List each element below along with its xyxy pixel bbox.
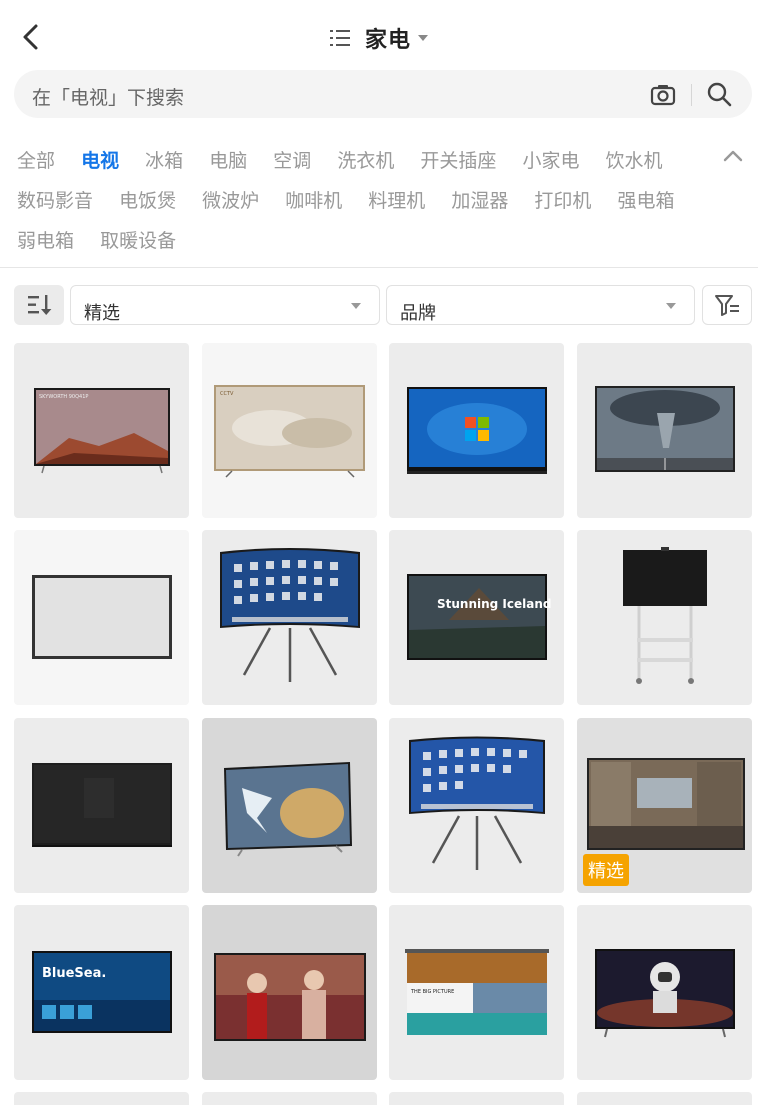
tab-rice-cooker[interactable]: 电饭煲 (119, 190, 176, 212)
tab-water-dispenser[interactable]: 饮水机 (606, 150, 663, 172)
product-card-partial[interactable] (14, 1092, 189, 1105)
product-card[interactable] (577, 905, 752, 1080)
top-bar: 家电 (0, 0, 758, 70)
tab-washer[interactable]: 洗衣机 (337, 150, 394, 172)
tv-image (623, 547, 707, 684)
tv-image: SKYWORTH 90Q41P (34, 388, 170, 474)
chevron-down-icon (418, 35, 428, 41)
search-bar[interactable]: 在「电视」下搜索 (14, 70, 752, 118)
product-card[interactable]: SKYWORTH 90Q41P (14, 343, 189, 518)
tab-aircon[interactable]: 空调 (273, 150, 311, 172)
featured-badge: 精选 (583, 854, 629, 886)
product-card[interactable]: BlueSea. (14, 905, 189, 1080)
tv-screen-text: SKYWORTH 90Q41P (39, 394, 88, 400)
camera-icon[interactable] (650, 82, 676, 108)
title-dropdown[interactable]: 家电 (0, 22, 758, 54)
filter-icon (715, 295, 739, 316)
sort-icon (28, 295, 52, 315)
tab-tv[interactable]: 电视 (81, 150, 119, 172)
tab-fridge[interactable]: 冰箱 (145, 150, 183, 172)
tab-switch-socket[interactable]: 开关插座 (420, 150, 496, 172)
chevron-up-icon[interactable] (722, 148, 744, 164)
brand-select[interactable]: 品牌 (386, 285, 695, 325)
tv-image (214, 953, 366, 1041)
product-card[interactable] (202, 718, 377, 893)
product-card[interactable] (202, 905, 377, 1080)
tv-image: THE BIG PICTURE (405, 949, 549, 1035)
tab-microwave[interactable]: 微波炉 (202, 190, 259, 212)
product-card[interactable] (202, 530, 377, 705)
sort-select[interactable]: 精选 (70, 285, 380, 325)
list-icon (329, 30, 350, 46)
brand-select-value: 品牌 (400, 303, 436, 324)
tab-humidifier[interactable]: 加湿器 (451, 190, 508, 212)
tv-image (407, 387, 547, 474)
tab-all[interactable]: 全部 (17, 150, 55, 172)
tab-coffee-machine[interactable]: 咖啡机 (285, 190, 342, 212)
product-card-partial[interactable] (389, 1092, 564, 1105)
category-row-1: 全部 电视 冰箱 电脑 空调 洗衣机 开关插座 小家电 饮水机 (17, 146, 683, 173)
product-card[interactable] (577, 343, 752, 518)
sort-button[interactable] (14, 285, 64, 325)
product-card[interactable]: Stunning Iceland (389, 530, 564, 705)
tab-power-box[interactable]: 强电箱 (617, 190, 674, 212)
product-card[interactable]: THE BIG PICTURE (389, 905, 564, 1080)
category-row-3: 弱电箱 取暖设备 (17, 226, 196, 253)
tv-image (595, 386, 735, 472)
search-divider (691, 84, 692, 106)
tv-image (409, 736, 545, 870)
tv-screen-text: CCTV (220, 391, 234, 397)
product-card[interactable]: CCTV (202, 343, 377, 518)
sort-select-value: 精选 (84, 303, 120, 324)
tv-image: CCTV (214, 385, 365, 478)
filter-button[interactable] (702, 285, 752, 325)
tab-blender[interactable]: 料理机 (368, 190, 425, 212)
page-title: 家电 (364, 28, 411, 53)
product-card[interactable] (14, 718, 189, 893)
tv-image (595, 949, 735, 1038)
tab-printer[interactable]: 打印机 (534, 190, 591, 212)
tab-computer[interactable]: 电脑 (209, 150, 247, 172)
tv-image: BlueSea. (32, 951, 172, 1033)
tv-image (32, 763, 172, 847)
tv-image (32, 575, 172, 659)
dropdown-arrow-icon (351, 303, 361, 309)
tab-weak-box[interactable]: 弱电箱 (17, 230, 74, 252)
tab-digital-av[interactable]: 数码影音 (17, 190, 93, 212)
tv-image: Stunning Iceland (407, 574, 552, 660)
tv-screen-text: Stunning Iceland (437, 597, 552, 611)
search-input[interactable]: 在「电视」下搜索 (32, 83, 184, 110)
dropdown-arrow-icon (666, 303, 676, 309)
search-icon[interactable] (706, 81, 732, 107)
product-card[interactable] (577, 530, 752, 705)
tv-screen-text: BlueSea. (42, 966, 106, 981)
tv-image (220, 548, 360, 682)
product-card-partial[interactable] (577, 1092, 752, 1105)
product-card[interactable] (389, 718, 564, 893)
product-card[interactable] (14, 530, 189, 705)
tv-screen-text: THE BIG PICTURE (410, 989, 454, 995)
tab-heating[interactable]: 取暖设备 (100, 230, 176, 252)
product-card-partial[interactable] (202, 1092, 377, 1105)
tv-image (224, 762, 352, 857)
category-row-2: 数码影音 电饭煲 微波炉 咖啡机 料理机 加湿器 打印机 强电箱 (17, 186, 694, 213)
tab-small-appliance[interactable]: 小家电 (522, 150, 579, 172)
product-card[interactable] (389, 343, 564, 518)
product-card[interactable]: 精选 (577, 718, 752, 893)
divider (0, 267, 758, 268)
